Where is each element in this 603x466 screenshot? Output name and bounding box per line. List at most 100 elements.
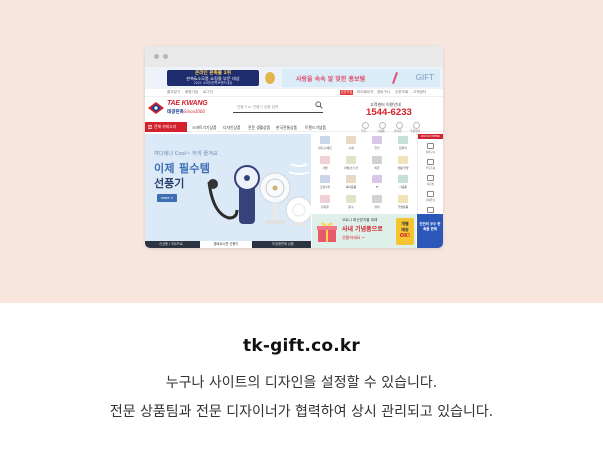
logo-text[interactable]: TAE KWANG (167, 100, 208, 107)
gift-icon[interactable] (379, 122, 386, 129)
category-label: 텀블러 (399, 146, 407, 150)
category-thumbnail-icon (346, 194, 356, 203)
nav-item-living[interactable]: 전문 생활상품 (248, 125, 270, 131)
category-item[interactable]: 가방 (312, 154, 338, 174)
gift-promo-banner[interactable]: 코로나 확산방지를 위해 사내 기념품으로 선물하세요 ~ 개별 배송 OK! (312, 214, 416, 248)
category-item[interactable]: 텀블러 (390, 134, 416, 154)
nav-item-design[interactable]: 디자인상품 (223, 125, 240, 131)
quick-bulk[interactable]: 단체주문 (418, 190, 443, 203)
category-thumbnail-icon (346, 175, 356, 184)
award-badge: 온라인 판촉물 1위 판촉&소모품 쇼핑몰 부문 대상 2021 소비자만족브랜… (167, 70, 259, 86)
nav-mini-label: 판촉물 (394, 129, 402, 133)
category-label: 뷰티 (374, 204, 380, 209)
category-item[interactable]: 의류 (364, 154, 390, 174)
gift-box-icon (317, 222, 337, 242)
promo-icon[interactable] (396, 122, 403, 129)
banner-tabs: 신상품 / 히트프로 올바르시면 선풍기 미정품판매 상품 (145, 241, 311, 248)
gift-logo: GIFT (415, 73, 434, 82)
category-item[interactable]: 시계 (338, 134, 364, 154)
promo-banner[interactable]: 사랑을 속속 알 맞한 홍보템 GIFT (282, 69, 440, 87)
search-icon[interactable] (315, 101, 323, 109)
category-item[interactable]: 뷰티 (364, 193, 390, 213)
banner-tab-1[interactable]: 신상품 / 히트프로 (145, 241, 197, 248)
window-dot-icon (163, 54, 168, 59)
category-item[interactable]: IT (364, 173, 390, 193)
main-banner[interactable]: 여디에나 Cool~ 하게 즐겨요 이제 필수템 선풍기 more > (145, 134, 311, 241)
category-item[interactable]: 생활/주방 (390, 154, 416, 174)
calculator-icon (427, 207, 434, 213)
category-label: 시계 (348, 146, 354, 150)
nav-item-trend[interactable]: 트렌드기념품 (305, 125, 326, 131)
logo-korean: 태광판촉 (167, 110, 184, 115)
nav-item-traditional[interactable]: 한국전통상품 (276, 125, 297, 131)
category-label: 필기구/세트 (318, 146, 332, 150)
cs-phone[interactable]: 1544-6233 (366, 107, 412, 118)
category-item[interactable]: 우산 (364, 134, 390, 154)
quick-label: 자료실 (426, 183, 435, 186)
banner-headline: 이제 필수템 (154, 162, 211, 175)
util-link-bookmark[interactable]: 즐겨찾기 (167, 90, 180, 95)
quick-label: 장바구니 (425, 151, 436, 154)
category-label: 우산 (374, 146, 380, 150)
side-promo-banner[interactable]: 인연의 우수 판촉물 판매 (417, 214, 443, 248)
category-item[interactable]: 문구 (338, 193, 364, 213)
window-dot-icon (154, 54, 159, 59)
quick-orders[interactable]: 주문조회 (418, 158, 443, 171)
fan-product-image (207, 163, 311, 226)
category-item[interactable]: 필기구/세트 (312, 134, 338, 154)
util-link-mypage[interactable]: 마이페이지 (357, 90, 374, 95)
hero-section: 온라인 판촉물 1위 판촉&소모품 쇼핑몰 부문 대상 2021 소비자만족브랜… (0, 0, 603, 303)
menu-icon (148, 125, 152, 129)
category-item[interactable]: 소형가전 (312, 173, 338, 193)
category-item[interactable]: 판촉물 (312, 193, 338, 213)
nav-item-smart[interactable]: 스마트기기상품 (192, 125, 216, 131)
promo-a-headline: 사내 기념품으로 (342, 226, 383, 233)
search-input[interactable]: 선풍기 or 선풍기 상품 입력 (233, 103, 323, 113)
nav-mini-label: 기념품 (377, 129, 385, 133)
folder-icon (427, 175, 434, 181)
custom-order-icon[interactable] (413, 122, 420, 129)
banner-product: 선풍기 (154, 177, 185, 190)
umbrella-icon[interactable] (362, 122, 369, 129)
utility-bar: 즐겨찾기 회원가입 로그인 신규가입 혜택 마이페이지 장바구니 주문조회 고객… (145, 89, 443, 99)
quick-label: 단체주문 (425, 199, 436, 202)
cart-icon (427, 143, 434, 149)
category-item[interactable]: 육아용품 (338, 173, 364, 193)
category-label: 문구 (348, 204, 354, 209)
category-item[interactable]: 주방용품 (390, 193, 416, 213)
category-thumbnail-icon (320, 155, 330, 164)
category-label: 의류 (374, 165, 380, 170)
category-thumbnail-icon (320, 194, 330, 203)
nav-mini-label: 우산 (361, 129, 367, 133)
badge-ok: OK! (399, 233, 411, 239)
category-thumbnail-icon (346, 155, 356, 164)
slash-divider (392, 72, 398, 84)
all-categories-button[interactable]: 전체 카테고리 (145, 122, 187, 132)
util-link-orders[interactable]: 주문조회 (395, 90, 408, 95)
category-thumbnail-icon (398, 194, 408, 203)
util-link-signup[interactable]: 회원가입 (185, 90, 198, 95)
util-link-login[interactable]: 로그인 (203, 90, 213, 95)
banner-more-button[interactable]: more > (157, 194, 177, 202)
util-link-cart[interactable]: 장바구니 (377, 90, 390, 95)
category-item[interactable]: 기념품 (390, 173, 416, 193)
quick-cart[interactable]: 장바구니 (418, 142, 443, 155)
util-link-support[interactable]: 고객센터 (413, 90, 426, 95)
promo-a-line1: 코로나 확산방지를 위해 (342, 218, 378, 222)
category-thumbnail-icon (320, 175, 330, 184)
side-promo-text: 인연의 우수 판촉물 판매 (419, 222, 441, 231)
banner-tab-3[interactable]: 미정품판매 상품 (255, 241, 311, 248)
quick-files[interactable]: 자료실 (418, 174, 443, 187)
category-thumbnail-icon (372, 136, 382, 144)
banner-tab-2[interactable]: 올바르시면 선풍기 (200, 241, 252, 248)
browser-window: 온라인 판촉물 1위 판촉&소모품 쇼핑몰 부문 대상 2021 소비자만족브랜… (145, 46, 443, 248)
category-item[interactable]: 타월/손수건 (338, 154, 364, 174)
promo-a-line3: 선물하세요 ~ (342, 235, 366, 240)
truck-icon (427, 159, 434, 165)
signup-benefit-tag[interactable]: 신규가입 혜택 (340, 90, 353, 99)
logo-emblem-icon[interactable] (147, 101, 165, 115)
top-banner[interactable]: 온라인 판촉물 1위 판촉&소모품 쇼핑몰 부문 대상 2021 소비자만족브랜… (145, 67, 443, 89)
website-preview: 온라인 판촉물 1위 판촉&소모품 쇼핑몰 부문 대상 2021 소비자만족브랜… (145, 67, 443, 248)
category-label: 타월/손수건 (344, 165, 358, 170)
award-caption: 2021 소비자만족브랜드대상 (193, 81, 233, 85)
